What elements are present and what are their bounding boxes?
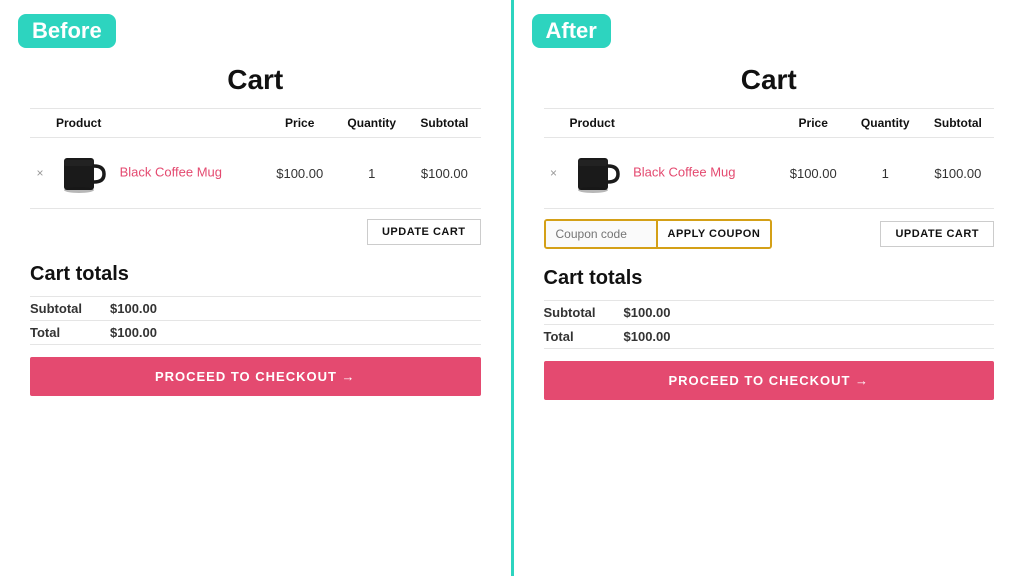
subtotal-value-before: $100.00 xyxy=(110,297,481,321)
col-product-before: Product xyxy=(50,109,264,138)
checkout-button-before[interactable]: PROCEED TO CHECKOUT → xyxy=(30,357,481,396)
col-subtotal-before: Subtotal xyxy=(408,109,480,138)
after-panel: After Cart Product Price Quantity Subtot… xyxy=(514,0,1024,576)
update-cart-row-before: UPDATE CART xyxy=(30,219,481,245)
before-panel: Before Cart Product Price Quantity Subto… xyxy=(0,0,514,576)
product-cell-before: Black Coffee Mug xyxy=(50,138,264,209)
coupon-input[interactable] xyxy=(546,221,656,247)
col-remove xyxy=(30,109,50,138)
product-link-after[interactable]: Black Coffee Mug xyxy=(633,164,735,179)
product-link-before[interactable]: Black Coffee Mug xyxy=(120,164,222,179)
col-remove-after xyxy=(544,109,564,138)
before-badge: Before xyxy=(18,14,116,48)
total-label-after: Total xyxy=(544,325,624,349)
price-cell-after: $100.00 xyxy=(778,138,849,209)
before-cart-title: Cart xyxy=(227,64,283,96)
total-row-after: Total $100.00 xyxy=(544,325,995,349)
subtotal-cell-before: $100.00 xyxy=(408,138,480,209)
update-cart-button-after[interactable]: UPDATE CART xyxy=(880,221,994,247)
quantity-cell-before: 1 xyxy=(335,138,408,209)
col-product-after: Product xyxy=(564,109,778,138)
after-cart-table: Product Price Quantity Subtotal × Black … xyxy=(544,108,995,209)
subtotal-cell-after: $100.00 xyxy=(922,138,994,209)
col-subtotal-after: Subtotal xyxy=(922,109,994,138)
total-value-before: $100.00 xyxy=(110,321,481,345)
col-quantity-after: Quantity xyxy=(849,109,922,138)
mug-image-after xyxy=(570,146,624,200)
totals-table-after: Subtotal $100.00 Total $100.00 xyxy=(544,300,995,349)
col-price-before: Price xyxy=(264,109,335,138)
col-quantity-before: Quantity xyxy=(335,109,408,138)
subtotal-row-after: Subtotal $100.00 xyxy=(544,301,995,325)
before-cart-table: Product Price Quantity Subtotal × Black … xyxy=(30,108,481,209)
cart-totals-before: Cart totals Subtotal $100.00 Total $100.… xyxy=(30,263,481,396)
product-cell-after: Black Coffee Mug xyxy=(564,138,778,209)
totals-table-before: Subtotal $100.00 Total $100.00 xyxy=(30,296,481,345)
total-value-after: $100.00 xyxy=(624,325,995,349)
table-row: × Black Coffee Mug $100.00 1 $100.00 xyxy=(30,138,481,209)
apply-coupon-button[interactable]: APPLY COUPON xyxy=(656,221,771,247)
coupon-update-row: APPLY COUPON UPDATE CART xyxy=(544,219,995,249)
subtotal-row-before: Subtotal $100.00 xyxy=(30,297,481,321)
table-row: × Black Coffee Mug $100.00 1 $100.00 xyxy=(544,138,995,209)
col-price-after: Price xyxy=(778,109,849,138)
remove-item-after[interactable]: × xyxy=(544,138,564,209)
total-row-before: Total $100.00 xyxy=(30,321,481,345)
price-cell-before: $100.00 xyxy=(264,138,335,209)
subtotal-label-before: Subtotal xyxy=(30,297,110,321)
cart-totals-title-after: Cart totals xyxy=(544,267,995,290)
coupon-area: APPLY COUPON xyxy=(544,219,773,249)
cart-totals-after: Cart totals Subtotal $100.00 Total $100.… xyxy=(544,267,995,400)
subtotal-value-after: $100.00 xyxy=(624,301,995,325)
remove-item-before[interactable]: × xyxy=(30,138,50,209)
cart-totals-title-before: Cart totals xyxy=(30,263,481,286)
subtotal-label-after: Subtotal xyxy=(544,301,624,325)
total-label-before: Total xyxy=(30,321,110,345)
quantity-cell-after: 1 xyxy=(849,138,922,209)
checkout-button-after[interactable]: PROCEED TO CHECKOUT → xyxy=(544,361,995,400)
after-cart-title: Cart xyxy=(741,64,797,96)
mug-image-before xyxy=(56,146,110,200)
update-cart-button-before[interactable]: UPDATE CART xyxy=(367,219,481,245)
after-badge: After xyxy=(532,14,611,48)
